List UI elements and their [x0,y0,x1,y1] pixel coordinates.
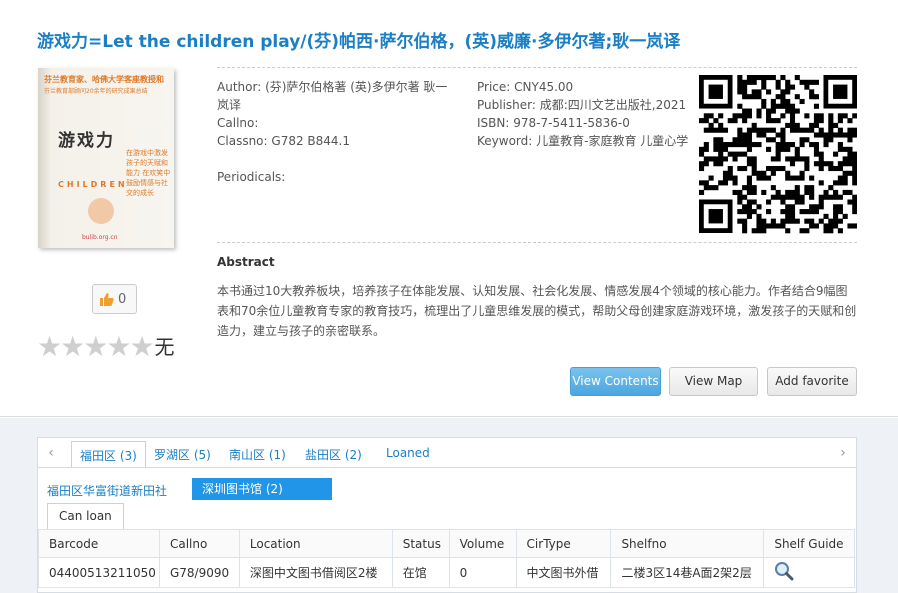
author-label: Author: [217,80,262,94]
meta-right: Price: CNY45.00 Publisher: 成都:四川文艺出版社,20… [477,78,697,150]
callno-label: Callno: [217,116,259,130]
meta-left: Author: (芬)萨尔伯格著 (英)多伊尔著 耿一岚译 Callno: Cl… [217,78,457,186]
star-icon[interactable]: ★ [37,333,62,361]
location-cell: 深图中文图书借阅区2楼 [238,557,393,588]
like-count: 0 [118,292,127,307]
publisher-label: Publisher: [477,98,536,112]
star-icon[interactable]: ★ [83,333,108,361]
barcode-cell: 04400513211050 [38,557,160,588]
publisher-value: 成都:四川文艺出版社,2021 [539,98,687,112]
column-header: CirType [515,529,612,558]
library-link[interactable]: 福田区华富街道新田社 [47,482,167,499]
book-title: 游戏力=Let the children play/(芬)帕西·萨尔伯格，(英)… [37,32,681,52]
price-value: CNY45.00 [514,80,574,94]
column-header: Barcode [38,529,160,558]
divider [217,67,857,68]
isbn-value: 978-7-5411-5836-0 [513,116,630,130]
periodicals-label: Periodicals: [217,170,286,184]
column-header: Status [391,529,450,558]
holdings-table: Barcode Callno Location Status Volume Ci… [38,529,855,588]
column-header: Shelfno [610,529,765,558]
table-header-row: Barcode Callno Location Status Volume Ci… [38,529,855,558]
cirtype-cell: 中文图书外借 [515,557,612,588]
rating-stars[interactable]: ★★★★★无 [37,333,175,361]
cover-tagline: 在游戏中激发孩子的天赋和能力 在欢笑中鼓励情感与社交的成长 [126,149,171,197]
classno-label: Classno: [217,134,268,148]
cover-line1: 芬兰教育家、哈佛大学客座教授和 [44,75,164,84]
tab-futian[interactable]: 福田区 (3) [71,441,146,469]
shelfno-cell: 二楼3区14巷A面2架2层 [610,557,765,588]
like-button[interactable]: 0 [92,284,137,314]
rating-label: 无 [154,335,175,359]
volume-cell: 0 [448,557,517,588]
cover-english: CHILDREN [58,180,128,189]
cover-watermark: bulib.org.cn [82,234,118,241]
star-icon[interactable]: ★ [129,333,154,361]
column-header: Shelf Guide [763,529,855,558]
book-cover-image: 芬兰教育家、哈佛大学客座教授和 芬兰教育部顾问20余年的研究成果总结 游戏力 在… [38,68,174,248]
view-map-button[interactable]: View Map [669,367,758,396]
magnifier-icon[interactable] [774,561,794,581]
cover-illustration [88,198,114,224]
library-active[interactable]: 深圳图书馆 (2) [192,478,332,500]
qr-code [699,75,857,234]
table-row: 04400513211050 G78/9090 深图中文图书借阅区2楼 在馆 0… [38,557,855,588]
star-icon[interactable]: ★ [106,333,131,361]
chevron-right-icon[interactable]: › [832,438,854,468]
tab-luohu[interactable]: 罗湖区 (5) [154,446,211,463]
isbn-label: ISBN: [477,116,510,130]
divider [217,242,857,243]
tab-loaned[interactable]: Loaned [386,446,430,460]
shelf-guide-cell [763,557,855,588]
view-contents-button[interactable]: View Contents [570,367,661,396]
tab-can-loan[interactable]: Can loan [47,503,124,530]
abstract-text: 本书通过10大教养板块，培养孩子在体能发展、认知发展、社会化发展、情感发展4个领… [217,284,857,338]
price-label: Price: [477,80,511,94]
keyword-label: Keyword: [477,134,533,148]
chevron-left-icon[interactable]: ‹ [40,438,62,468]
add-favorite-button[interactable]: Add favorite [767,367,857,396]
keyword-value[interactable]: 儿童教育-家庭教育 儿童心学 [536,134,688,148]
cover-line2: 芬兰教育部顾问20余年的研究成果总结 [44,88,148,95]
tab-nanshan[interactable]: 南山区 (1) [229,446,286,463]
callno-cell: G78/9090 [158,557,240,588]
thumbs-up-icon [100,293,114,306]
column-header: Callno [158,529,240,558]
star-icon[interactable]: ★ [60,333,85,361]
cover-book-name: 游戏力 [58,131,115,151]
tab-yantian[interactable]: 盐田区 (2) [305,446,362,463]
abstract-heading: Abstract [217,255,275,269]
classno-value: G782 B844.1 [271,134,350,148]
column-header: Volume [448,529,517,558]
status-cell: 在馆 [391,557,450,588]
district-tabbar: ‹ › 福田区 (3) 罗湖区 (5) 南山区 (1) 盐田区 (2) Loan… [37,437,857,469]
column-header: Location [238,529,393,558]
